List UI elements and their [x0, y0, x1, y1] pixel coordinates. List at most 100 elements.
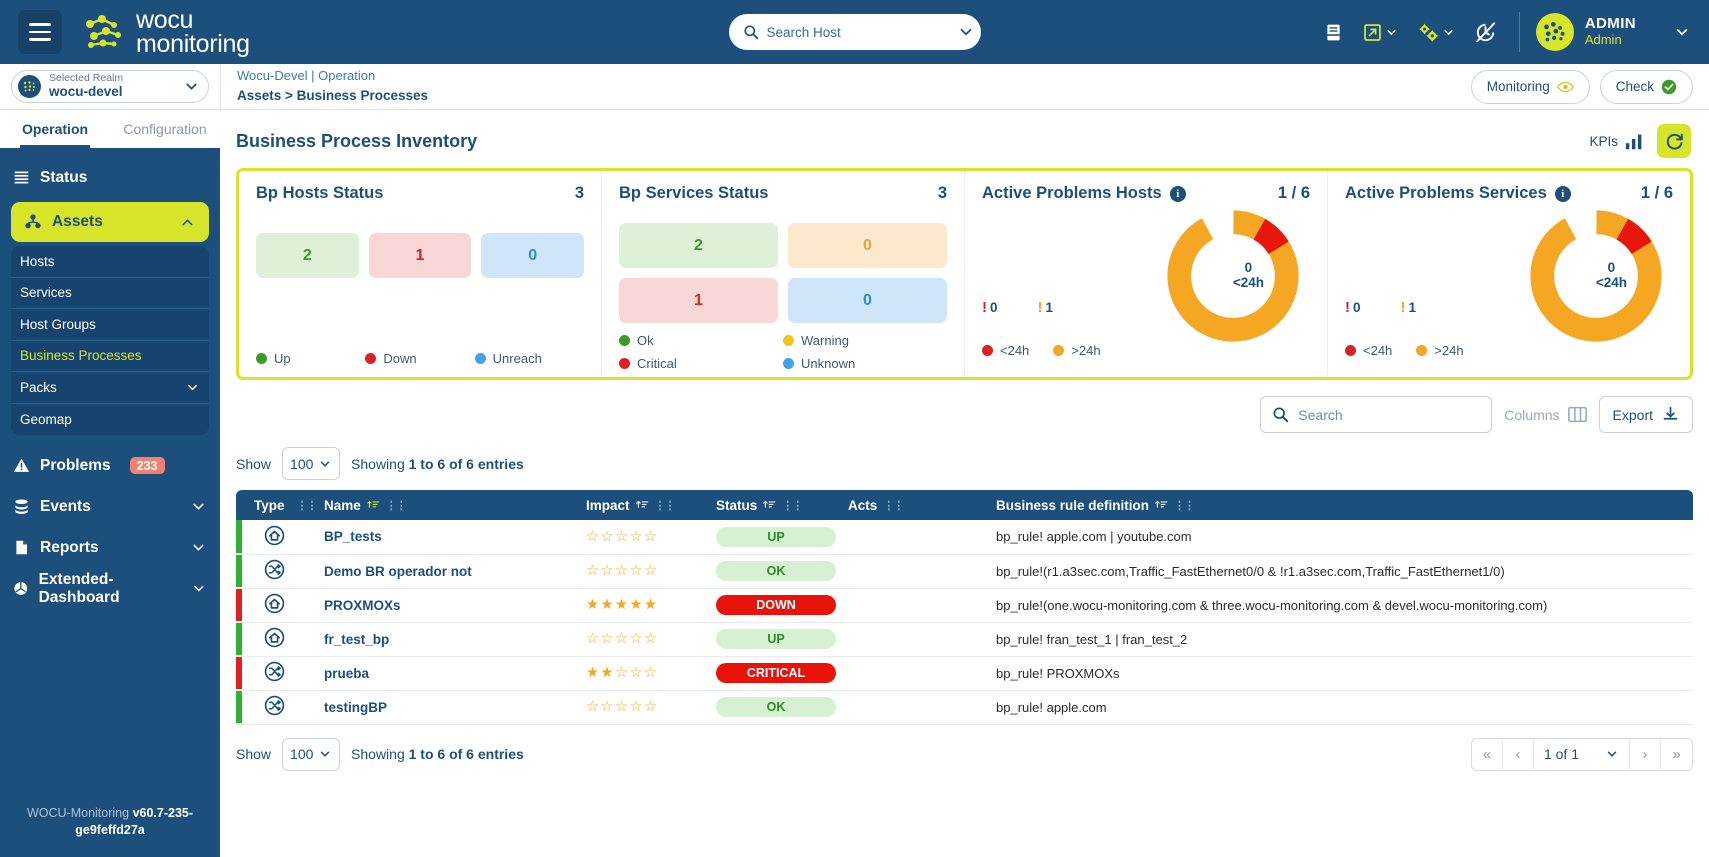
host-search-box[interactable] [728, 14, 981, 50]
status-badge: UP [716, 526, 836, 547]
page-select[interactable]: 1 of 1 [1534, 738, 1630, 770]
cell-name[interactable]: BP_tests [314, 520, 576, 555]
type-icon-wrapper[interactable] [264, 661, 285, 685]
monitoring-button[interactable]: Monitoring [1470, 69, 1590, 104]
chevron-down-icon[interactable] [185, 380, 200, 395]
table-search-input[interactable] [1298, 406, 1481, 423]
column-grip-icon[interactable]: ⋮⋮ [655, 499, 676, 512]
tab-operation[interactable]: Operation [0, 110, 110, 148]
th-type[interactable]: Type ⋮⋮ [236, 490, 318, 520]
sidebar-item-status[interactable]: Status [0, 157, 220, 198]
th-impact[interactable]: Impact ⋮⋮ [576, 490, 706, 520]
sidebar-item-packs[interactable]: Packs [11, 372, 209, 404]
chevron-down-icon[interactable] [1673, 23, 1691, 41]
sidebar-item-problems[interactable]: Problems 233 [0, 445, 220, 486]
sort-icon-active[interactable] [367, 499, 380, 512]
tile-unreach[interactable]: 0 [481, 233, 585, 278]
summary-cards: Bp Hosts Status 3 2 1 0 Up Down Unreach … [236, 168, 1693, 380]
cell-name[interactable]: testingBP [314, 690, 576, 725]
sort-icon[interactable] [1155, 499, 1168, 512]
problems-badge: 233 [129, 457, 165, 474]
external-link-icon[interactable] [1353, 22, 1407, 43]
tab-configuration[interactable]: Configuration [110, 110, 220, 148]
tile-critical[interactable]: 1 [619, 278, 778, 323]
tile-unknown[interactable]: 0 [788, 278, 947, 323]
tile-warning[interactable]: 0 [788, 223, 947, 268]
chevron-down-icon[interactable] [1385, 26, 1398, 39]
sidebar-item-business-processes[interactable]: Business Processes [11, 341, 209, 372]
chevron-up-icon[interactable] [179, 214, 196, 231]
cell-name[interactable]: Demo BR operador not [314, 554, 576, 589]
gears-icon[interactable] [1407, 22, 1464, 43]
chevron-down-icon[interactable] [183, 78, 200, 95]
sidebar-item-geomap[interactable]: Geomap [11, 404, 209, 436]
th-business-rule[interactable]: Business rule definition ⋮⋮ [986, 490, 1693, 520]
sidebar-item-services[interactable]: Services [11, 278, 209, 309]
table-row[interactable]: Demo BR operador not ☆☆☆☆☆ OK bp_rule!(r1.a… [236, 554, 1693, 589]
th-status[interactable]: Status ⋮⋮ [706, 490, 838, 520]
chevron-down-icon[interactable] [190, 539, 207, 556]
menu-toggle-button[interactable] [18, 10, 62, 54]
column-grip-icon[interactable]: ⋮⋮ [1174, 499, 1195, 512]
type-icon-wrapper[interactable] [264, 525, 285, 549]
next-page-button[interactable]: › [1630, 738, 1661, 770]
export-button[interactable]: Export [1598, 396, 1693, 433]
table-search-box[interactable] [1260, 396, 1493, 433]
book-icon[interactable] [1314, 22, 1353, 43]
type-icon-wrapper[interactable] [264, 593, 285, 617]
table-row[interactable]: BP_tests ☆☆☆☆☆ UP bp_rule! apple.com | yout… [236, 520, 1693, 555]
sidebar-item-events[interactable]: Events [0, 486, 220, 527]
th-acts[interactable]: Acts ⋮⋮ [838, 490, 986, 520]
sidebar-item-host-groups[interactable]: Host Groups [11, 309, 209, 341]
warning-count: 1 [1045, 300, 1054, 315]
column-grip-icon[interactable]: ⋮⋮ [386, 499, 407, 512]
check-button[interactable]: Check [1599, 69, 1693, 104]
refresh-button[interactable] [1657, 124, 1691, 158]
tile-up[interactable]: 2 [256, 233, 359, 278]
chevron-down-icon[interactable] [190, 498, 207, 515]
user-menu[interactable]: ADMIN Admin [1532, 13, 1691, 51]
info-icon[interactable]: i [1169, 185, 1186, 202]
column-grip-icon[interactable]: ⋮⋮ [782, 499, 803, 512]
kpis-button[interactable]: KPIs [1589, 133, 1644, 150]
clock-off-icon[interactable] [1464, 20, 1507, 45]
main-content: Business Process Inventory KPIs Bp Hosts… [220, 110, 1709, 857]
top-bar-actions: ADMIN Admin [1314, 0, 1691, 64]
cell-name[interactable]: PROXMOXs [314, 588, 576, 623]
column-grip-icon[interactable]: ⋮⋮ [883, 499, 904, 512]
chevron-down-icon[interactable] [957, 23, 975, 41]
table-row[interactable]: PROXMOXs ★★★★★ DOWN bp_rule!(one.wocu-monit… [236, 588, 1693, 623]
prev-page-button[interactable]: ‹ [1503, 738, 1534, 770]
type-icon-wrapper[interactable] [264, 627, 285, 651]
sidebar-item-reports[interactable]: Reports [0, 527, 220, 568]
app-logo[interactable]: wocu monitoring [84, 8, 250, 57]
search-input[interactable] [766, 24, 949, 40]
table-row[interactable]: fr_test_bp ☆☆☆☆☆ UP bp_rule! fran_test_1 | … [236, 622, 1693, 657]
sort-icon[interactable] [763, 499, 776, 512]
page-size-select-bottom[interactable]: 100 [282, 737, 341, 771]
type-icon-wrapper[interactable] [264, 559, 285, 583]
sidebar-item-hosts[interactable]: Hosts [11, 246, 209, 278]
chevron-down-icon[interactable] [191, 580, 207, 597]
cell-name[interactable]: prueba [314, 656, 576, 691]
tile-down[interactable]: 1 [368, 233, 472, 278]
realm-select[interactable]: Selected Realm wocu-devel [11, 70, 209, 103]
last-page-button[interactable]: » [1661, 739, 1692, 770]
type-icon-wrapper[interactable] [264, 695, 285, 719]
page-size-select-top[interactable]: 100 [282, 447, 341, 480]
first-page-button[interactable]: « [1472, 738, 1503, 770]
show-label: Show [236, 455, 272, 472]
table-row[interactable]: prueba ★★☆☆☆ CRITICAL bp_rule! PROXMOXs [236, 656, 1693, 691]
sidebar-item-extended-dashboard[interactable]: Extended-Dashboard [0, 568, 220, 609]
breadcrumb-line-1[interactable]: Wocu-Devel | Operation [237, 67, 1471, 86]
th-name[interactable]: Name ⋮⋮ [314, 490, 576, 520]
table-row[interactable]: testingBP ☆☆☆☆☆ OK bp_rule! apple.com [236, 690, 1693, 725]
chevron-down-icon[interactable] [1442, 26, 1455, 39]
sort-icon[interactable] [635, 499, 649, 512]
tile-ok[interactable]: 2 [619, 223, 778, 268]
sidebar-item-assets[interactable]: Assets [11, 202, 209, 242]
column-grip-icon[interactable]: ⋮⋮ [297, 499, 318, 512]
columns-button[interactable]: Columns [1504, 406, 1587, 423]
cell-name[interactable]: fr_test_bp [314, 622, 576, 657]
info-icon[interactable]: i [1554, 185, 1571, 202]
